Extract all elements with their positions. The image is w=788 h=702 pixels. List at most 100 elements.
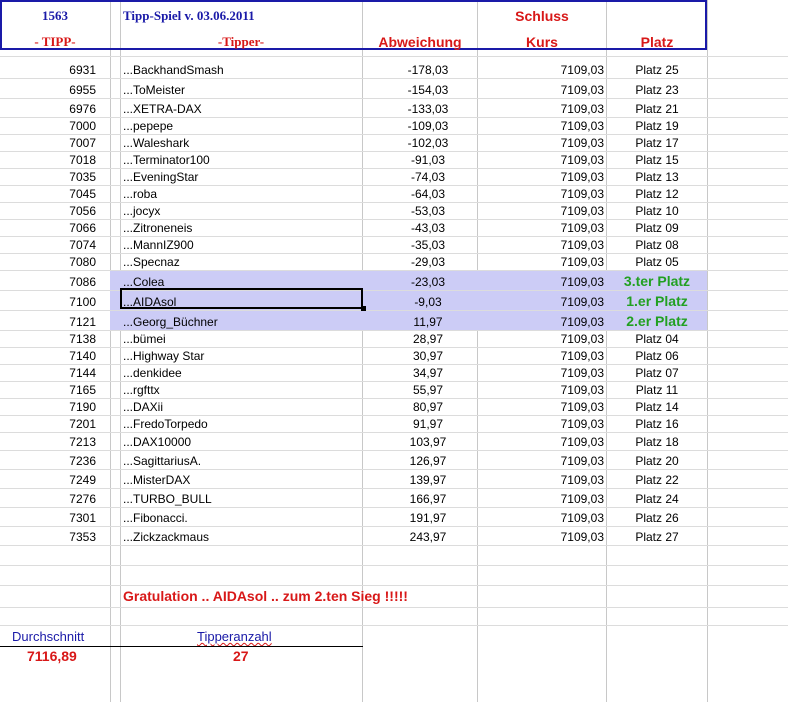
abweichung-cell[interactable]: -154,03 (363, 78, 477, 98)
table-row[interactable]: 6931 ...BackhandSmash -178,03 7109,03 Platz … (0, 58, 707, 78)
col-header-tipper[interactable]: -Tipper- (121, 32, 361, 52)
tipper-cell[interactable]: ...Terminator100 (121, 151, 361, 168)
abweichung-cell[interactable]: -178,03 (363, 58, 477, 78)
platz-cell[interactable]: 2.er Platz (607, 310, 707, 330)
kurs-cell[interactable]: 7109,03 (478, 58, 606, 78)
kurs-cell[interactable]: 7109,03 (478, 310, 606, 330)
table-row[interactable]: 7201 ...FredoTorpedo 91,97 7109,03 Platz 16 (0, 415, 707, 432)
platz-cell[interactable]: Platz 15 (607, 151, 707, 168)
tipper-cell[interactable]: ...FredoTorpedo (121, 415, 361, 432)
platz-cell[interactable]: Platz 13 (607, 168, 707, 185)
tipper-cell[interactable]: ...DAXii (121, 398, 361, 415)
table-row[interactable]: 7165 ...rgfttx 55,97 7109,03 Platz 11 (0, 381, 707, 398)
platz-cell[interactable]: Platz 18 (607, 432, 707, 450)
active-cell-selection[interactable] (120, 288, 363, 309)
abweichung-cell[interactable]: 55,97 (363, 381, 477, 398)
kurs-cell[interactable]: 7109,03 (478, 270, 606, 290)
platz-cell[interactable]: Platz 10 (607, 202, 707, 219)
tipper-cell[interactable]: ...DAX10000 (121, 432, 361, 450)
kurs-cell[interactable]: 7109,03 (478, 219, 606, 236)
average-value[interactable]: 7116,89 (27, 648, 77, 664)
tipper-cell[interactable]: ...jocyx (121, 202, 361, 219)
abweichung-cell[interactable]: 243,97 (363, 526, 477, 545)
col-header-abweichung[interactable]: Abweichung (363, 32, 477, 52)
table-row[interactable]: 7301 ...Fibonacci. 191,97 7109,03 Platz 26 (0, 507, 707, 526)
abweichung-cell[interactable]: -43,03 (363, 219, 477, 236)
tipp-cell[interactable]: 7121 (0, 310, 110, 330)
kurs-cell[interactable]: 7109,03 (478, 151, 606, 168)
tipper-cell[interactable]: ...Waleshark (121, 134, 361, 151)
table-row[interactable]: 7138 ...bümei 28,97 7109,03 Platz 04 (0, 330, 707, 347)
tip-number[interactable]: 1563 (0, 6, 110, 26)
table-row[interactable]: 6976 ...XETRA-DAX -133,03 7109,03 Platz 21 (0, 98, 707, 117)
abweichung-cell[interactable]: -29,03 (363, 253, 477, 270)
abweichung-cell[interactable]: 139,97 (363, 469, 477, 488)
kurs-cell[interactable]: 7109,03 (478, 202, 606, 219)
platz-cell[interactable]: Platz 25 (607, 58, 707, 78)
tipp-cell[interactable]: 7018 (0, 151, 110, 168)
kurs-cell[interactable]: 7109,03 (478, 168, 606, 185)
kurs-cell[interactable]: 7109,03 (478, 364, 606, 381)
table-row[interactable]: 7353 ...Zickzackmaus 243,97 7109,03 Platz 27 (0, 526, 707, 545)
abweichung-cell[interactable]: 28,97 (363, 330, 477, 347)
tipp-cell[interactable]: 7000 (0, 117, 110, 134)
abweichung-cell[interactable]: 34,97 (363, 364, 477, 381)
platz-cell[interactable]: Platz 05 (607, 253, 707, 270)
table-row[interactable]: 7276 ...TURBO_BULL 166,97 7109,03 Platz 24 (0, 488, 707, 507)
kurs-cell[interactable]: 7109,03 (478, 236, 606, 253)
platz-cell[interactable]: Platz 04 (607, 330, 707, 347)
tipper-count-label[interactable]: Tipperanzahl (197, 629, 272, 644)
table-row[interactable]: 7000 ...pepepe -109,03 7109,03 Platz 19 (0, 117, 707, 134)
kurs-cell[interactable]: 7109,03 (478, 290, 606, 310)
kurs-cell[interactable]: 7109,03 (478, 117, 606, 134)
abweichung-cell[interactable]: -74,03 (363, 168, 477, 185)
abweichung-cell[interactable]: 11,97 (363, 310, 477, 330)
table-row[interactable]: 7080 ...Specnaz -29,03 7109,03 Platz 05 (0, 253, 707, 270)
table-row[interactable]: 7074 ...MannIZ900 -35,03 7109,03 Platz 08 (0, 236, 707, 253)
platz-cell[interactable]: Platz 14 (607, 398, 707, 415)
platz-cell[interactable]: Platz 23 (607, 78, 707, 98)
abweichung-cell[interactable]: -64,03 (363, 185, 477, 202)
abweichung-cell[interactable]: -133,03 (363, 98, 477, 117)
tipper-cell[interactable]: ...Fibonacci. (121, 507, 361, 526)
platz-cell[interactable]: Platz 11 (607, 381, 707, 398)
tipper-cell[interactable]: ...roba (121, 185, 361, 202)
tipper-cell[interactable]: ...MannIZ900 (121, 236, 361, 253)
table-row[interactable]: 7190 ...DAXii 80,97 7109,03 Platz 14 (0, 398, 707, 415)
abweichung-cell[interactable]: -91,03 (363, 151, 477, 168)
abweichung-cell[interactable]: -53,03 (363, 202, 477, 219)
platz-cell[interactable]: Platz 19 (607, 117, 707, 134)
tipp-cell[interactable]: 7035 (0, 168, 110, 185)
table-row[interactable]: 7066 ...Zitroneneis -43,03 7109,03 Platz 09 (0, 219, 707, 236)
tipp-cell[interactable]: 6976 (0, 98, 110, 117)
kurs-cell[interactable]: 7109,03 (478, 450, 606, 469)
kurs-cell[interactable]: 7109,03 (478, 185, 606, 202)
tipper-cell[interactable]: ...EveningStar (121, 168, 361, 185)
tipp-cell[interactable]: 7353 (0, 526, 110, 545)
average-label[interactable]: Durchschnitt (12, 629, 84, 644)
col-header-tipp[interactable]: - TIPP- (0, 32, 110, 52)
tipp-cell[interactable]: 7007 (0, 134, 110, 151)
kurs-cell[interactable]: 7109,03 (478, 469, 606, 488)
tipper-cell[interactable]: ...ToMeister (121, 78, 361, 98)
abweichung-cell[interactable]: 103,97 (363, 432, 477, 450)
abweichung-cell[interactable]: 166,97 (363, 488, 477, 507)
kurs-cell[interactable]: 7109,03 (478, 526, 606, 545)
platz-cell[interactable]: Platz 06 (607, 347, 707, 364)
table-row[interactable]: 7007 ...Waleshark -102,03 7109,03 Platz 17 (0, 134, 707, 151)
schluss-label[interactable]: Schluss (478, 6, 606, 26)
tipp-cell[interactable]: 7236 (0, 450, 110, 469)
platz-cell[interactable]: Platz 09 (607, 219, 707, 236)
platz-cell[interactable]: Platz 24 (607, 488, 707, 507)
platz-cell[interactable]: Platz 12 (607, 185, 707, 202)
tipp-cell[interactable]: 6931 (0, 58, 110, 78)
tipper-cell[interactable]: ...MisterDAX (121, 469, 361, 488)
kurs-cell[interactable]: 7109,03 (478, 432, 606, 450)
platz-cell[interactable]: Platz 21 (607, 98, 707, 117)
platz-cell[interactable]: Platz 08 (607, 236, 707, 253)
tipper-cell[interactable]: ...BackhandSmash (121, 58, 361, 78)
tipp-cell[interactable]: 7301 (0, 507, 110, 526)
col-header-platz[interactable]: Platz (607, 32, 707, 52)
tipp-cell[interactable]: 7201 (0, 415, 110, 432)
platz-cell[interactable]: Platz 22 (607, 469, 707, 488)
